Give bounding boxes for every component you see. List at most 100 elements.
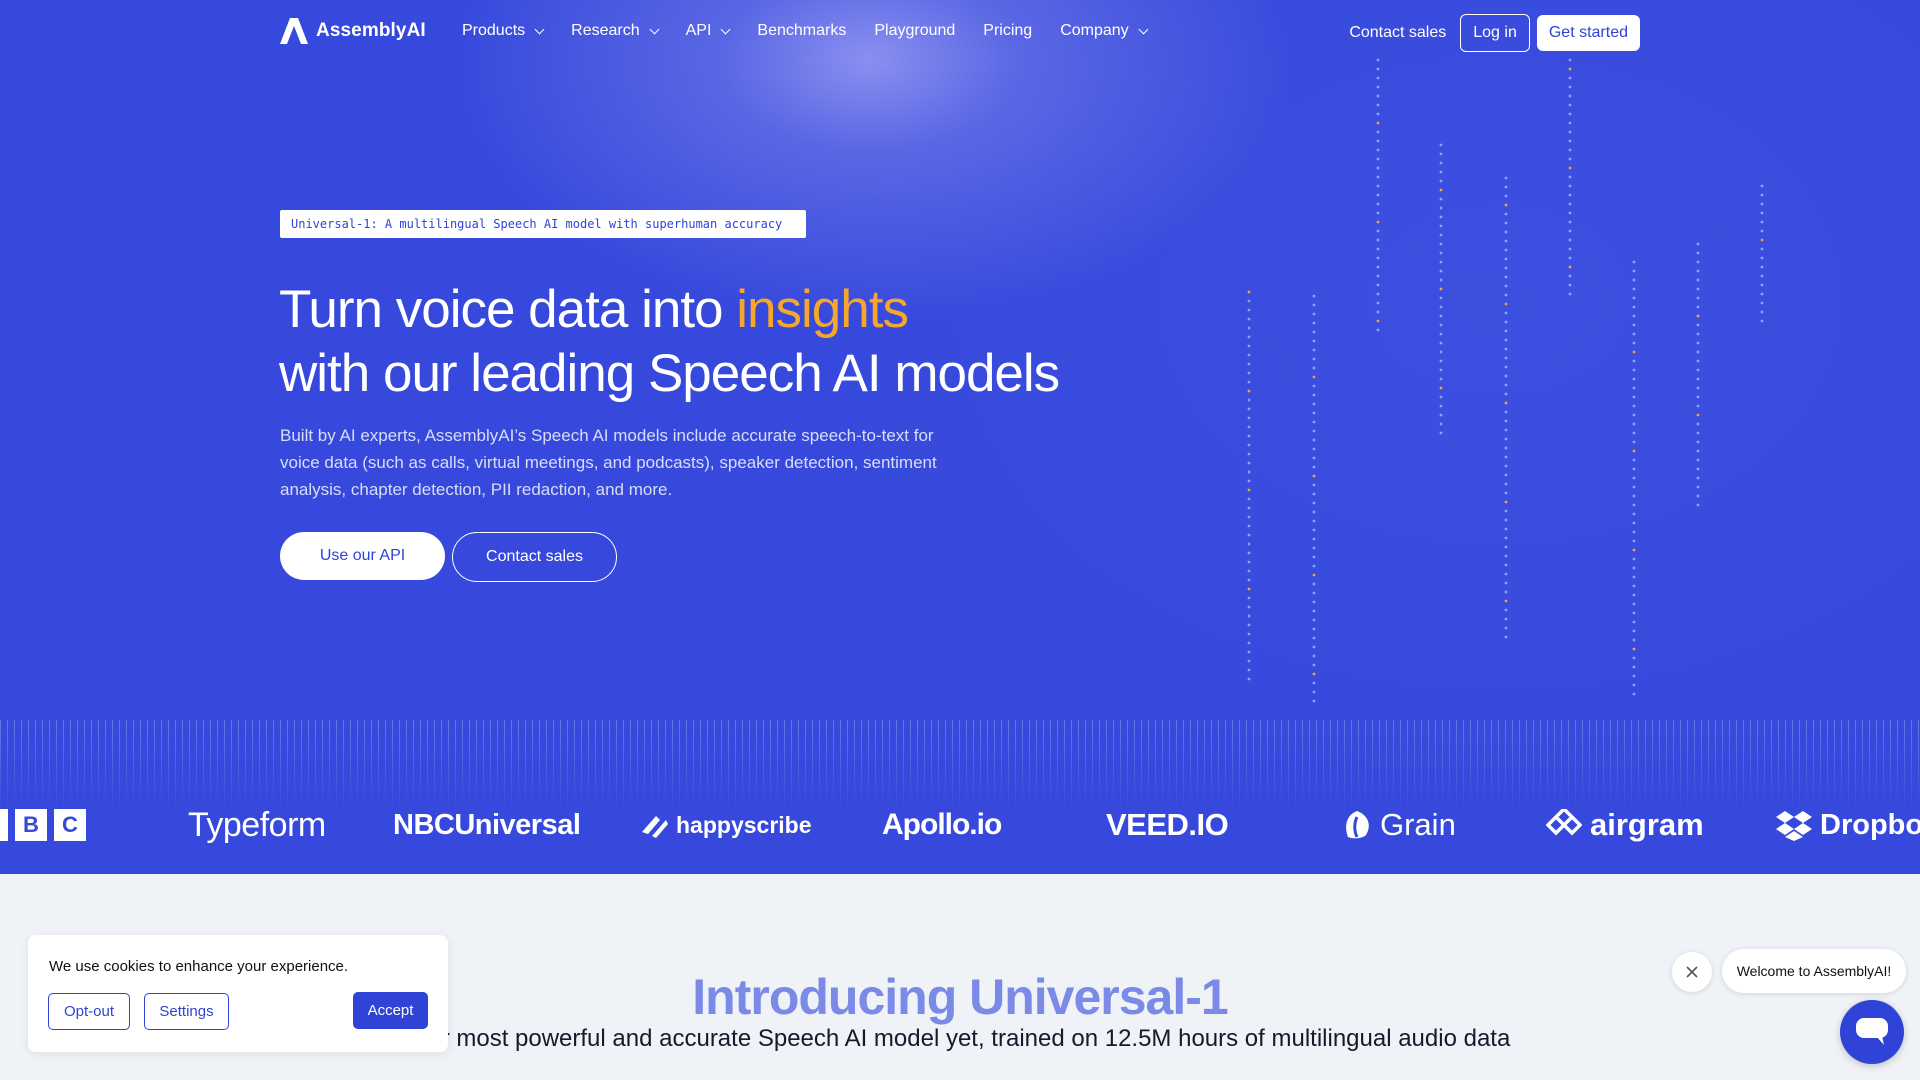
decorative-dot <box>1247 362 1251 366</box>
decorative-dot <box>1504 356 1508 360</box>
decorative-dot <box>1439 359 1443 363</box>
decorative-dot <box>1504 608 1508 612</box>
chat-launcher-button[interactable] <box>1840 1000 1904 1064</box>
decorative-dot <box>1439 269 1443 273</box>
nav-api[interactable]: API <box>686 22 731 40</box>
decorative-dot <box>1568 94 1572 98</box>
decorative-dot <box>1247 623 1251 627</box>
decorative-dot <box>1247 587 1251 591</box>
announcement-badge[interactable]: Universal-1: A multilingual Speech AI mo… <box>280 210 806 238</box>
decorative-dot <box>1568 148 1572 152</box>
decorative-dot <box>1504 320 1508 324</box>
decorative-dot <box>1439 215 1443 219</box>
decorative-dot <box>1312 402 1316 406</box>
decorative-dot <box>1439 278 1443 282</box>
decorative-dot <box>1568 76 1572 80</box>
brand-logo[interactable]: AssemblyAI <box>280 18 426 44</box>
decorative-dot <box>1632 629 1636 633</box>
decorative-dot <box>1696 314 1700 318</box>
login-button[interactable]: Log in <box>1460 14 1530 52</box>
nav-benchmarks[interactable]: Benchmarks <box>757 22 846 40</box>
decorative-dot <box>1312 573 1316 577</box>
decorative-dot <box>1376 319 1380 323</box>
decorative-dot <box>1247 641 1251 645</box>
nav-contact-sales-link[interactable]: Contact sales <box>1349 24 1446 42</box>
decorative-dot <box>1312 501 1316 505</box>
decorative-dot <box>1247 578 1251 582</box>
logo-bbc: B C <box>0 800 86 850</box>
decorative-dot <box>1696 377 1700 381</box>
decorative-dot <box>1376 193 1380 197</box>
decorative-dot <box>1696 413 1700 417</box>
nav-playground[interactable]: Playground <box>874 22 955 40</box>
nav-products[interactable]: Products <box>462 22 545 40</box>
chevron-down-icon <box>534 24 545 34</box>
decorative-dot <box>1312 393 1316 397</box>
decorative-dot <box>1376 175 1380 179</box>
decorative-dot <box>1247 632 1251 636</box>
decorative-tick-band <box>0 720 1920 810</box>
get-started-button[interactable]: Get started <box>1536 15 1640 51</box>
nav-products-label: Products <box>462 22 526 39</box>
decorative-dot <box>1439 242 1443 246</box>
decorative-dot <box>1504 545 1508 549</box>
decorative-dot <box>1376 256 1380 260</box>
decorative-dot <box>1312 474 1316 478</box>
dropbox-icon <box>1776 811 1812 841</box>
decorative-dot <box>1504 473 1508 477</box>
decorative-dot <box>1568 265 1572 269</box>
decorative-dot <box>1568 202 1572 206</box>
headline-line2: with our leading Speech AI models <box>279 344 1060 403</box>
chevron-down-icon <box>649 24 660 34</box>
decorative-dot <box>1247 605 1251 609</box>
decorative-dot <box>1760 238 1764 242</box>
decorative-dot <box>1312 447 1316 451</box>
decorative-dot <box>1504 239 1508 243</box>
decorative-dot <box>1439 224 1443 228</box>
cookie-optout-button[interactable]: Opt-out <box>48 993 130 1030</box>
decorative-dot <box>1439 296 1443 300</box>
decorative-dot <box>1696 260 1700 264</box>
nav-pricing[interactable]: Pricing <box>983 22 1032 40</box>
decorative-dot <box>1504 635 1508 639</box>
decorative-dot <box>1632 566 1636 570</box>
decorative-dot <box>1504 617 1508 621</box>
chat-welcome-bubble[interactable]: Welcome to AssemblyAI! <box>1722 949 1906 993</box>
use-api-button[interactable]: Use our API <box>280 532 445 580</box>
decorative-dot <box>1568 85 1572 89</box>
decorative-dot <box>1632 341 1636 345</box>
decorative-dot <box>1696 485 1700 489</box>
chat-close-button[interactable] <box>1672 952 1712 992</box>
logo-apollo: Apollo.io <box>882 808 1002 841</box>
decorative-dot <box>1696 359 1700 363</box>
decorative-dot <box>1312 600 1316 604</box>
nav-company[interactable]: Company <box>1060 22 1149 40</box>
decorative-dot <box>1376 121 1380 125</box>
decorative-dot <box>1247 299 1251 303</box>
decorative-dot <box>1760 283 1764 287</box>
decorative-dot <box>1504 284 1508 288</box>
decorative-dot <box>1504 572 1508 576</box>
decorative-dot <box>1247 398 1251 402</box>
decorative-dot <box>1632 647 1636 651</box>
bbc-letter: C <box>54 809 86 841</box>
decorative-dot <box>1439 197 1443 201</box>
contact-sales-button[interactable]: Contact sales <box>452 532 617 582</box>
decorative-dot <box>1504 374 1508 378</box>
decorative-dot <box>1504 428 1508 432</box>
decorative-dot <box>1247 344 1251 348</box>
decorative-dot <box>1568 67 1572 71</box>
grain-text: Grain <box>1380 807 1456 842</box>
decorative-dot <box>1247 407 1251 411</box>
decorative-dot <box>1504 212 1508 216</box>
decorative-dot <box>1312 330 1316 334</box>
decorative-dot <box>1439 404 1443 408</box>
cookie-settings-button[interactable]: Settings <box>144 993 229 1030</box>
decorative-dot <box>1696 404 1700 408</box>
decorative-dot <box>1568 166 1572 170</box>
nav-research[interactable]: Research <box>571 22 660 40</box>
cookie-accept-button[interactable]: Accept <box>353 992 428 1029</box>
decorative-dot <box>1312 582 1316 586</box>
decorative-dot <box>1504 527 1508 531</box>
hero-description: Built by AI experts, AssemblyAI’s Speech… <box>280 426 937 499</box>
